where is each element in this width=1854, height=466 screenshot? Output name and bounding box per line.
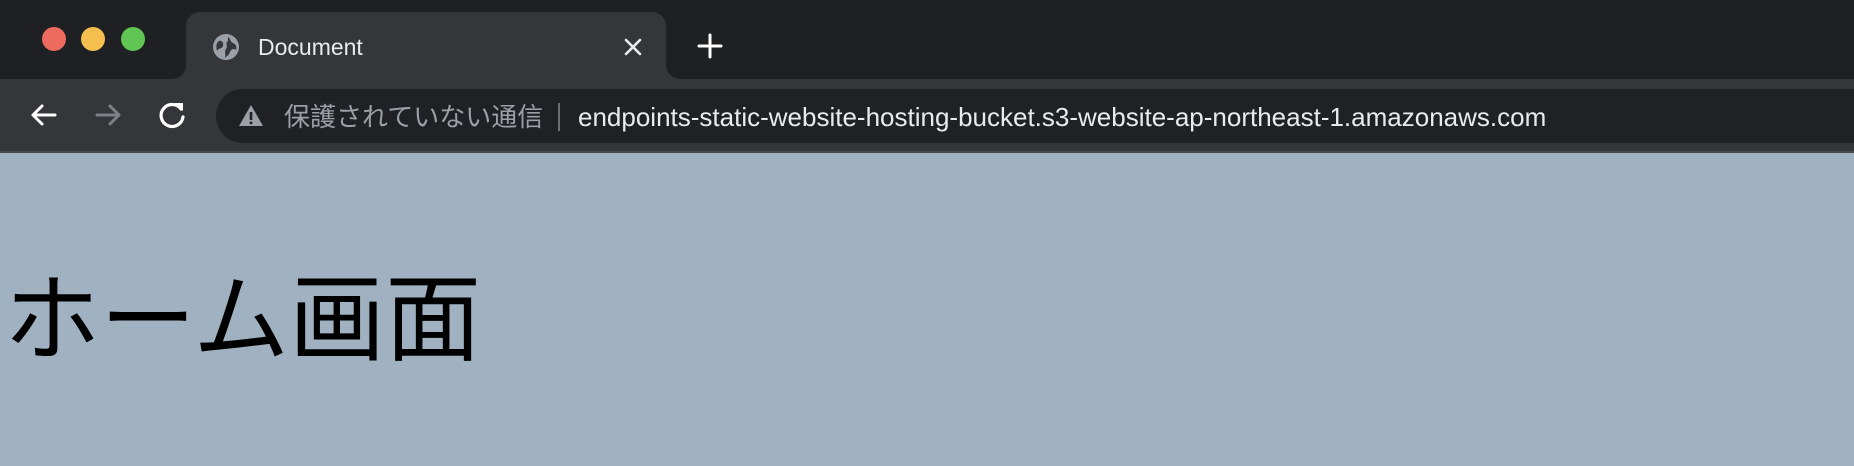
arrow-left-icon[interactable]	[27, 98, 61, 132]
globe-icon	[213, 34, 239, 60]
url-text[interactable]: endpoints-static-website-hosting-bucket.…	[578, 102, 1546, 132]
tab-title: Document	[258, 34, 363, 60]
reload-icon[interactable]	[155, 98, 189, 132]
window-close-button[interactable]	[42, 27, 66, 51]
close-icon[interactable]	[618, 32, 648, 62]
address-bar[interactable]: 保護されていない通信 endpoints-static-website-host…	[216, 89, 1854, 143]
plus-icon[interactable]	[694, 30, 726, 62]
browser-window: Document 保護されていない通信 endpoints-static-web…	[0, 0, 1854, 466]
tab-strip: Document	[0, 0, 1854, 79]
arrow-right-icon[interactable]	[91, 98, 125, 132]
toolbar: 保護されていない通信 endpoints-static-website-host…	[0, 79, 1854, 153]
warning-icon[interactable]	[238, 103, 264, 129]
security-status-label[interactable]: 保護されていない通信	[284, 102, 543, 132]
page-heading: ホーム画面	[4, 264, 482, 376]
page-content: ホーム画面	[0, 153, 1854, 466]
omnibox-divider	[558, 103, 560, 131]
tab-document[interactable]: Document	[186, 12, 666, 79]
window-minimize-button[interactable]	[81, 27, 105, 51]
window-maximize-button[interactable]	[121, 27, 145, 51]
